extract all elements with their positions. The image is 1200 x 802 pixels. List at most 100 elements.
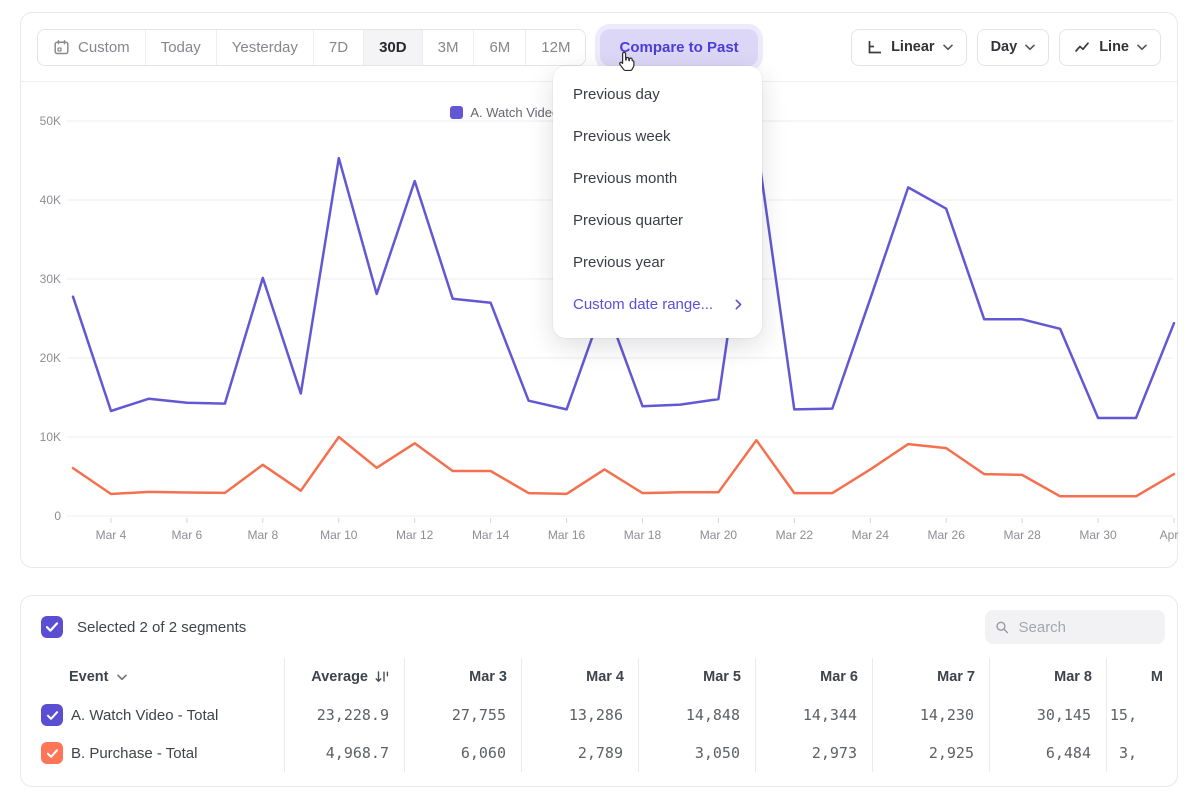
interval-label: Day — [991, 39, 1018, 55]
range-label: Today — [161, 39, 201, 56]
select-all-checkbox[interactable] — [41, 616, 63, 638]
menu-item-custom-date-range[interactable]: Custom date range... — [553, 283, 762, 325]
menu-item-previous-week[interactable]: Previous week — [553, 115, 762, 157]
column-header-label: Mar 6 — [820, 669, 858, 685]
value-cell: 3, — [1106, 734, 1177, 772]
column-header-label: Mar 5 — [703, 669, 741, 685]
search-box[interactable] — [985, 610, 1165, 644]
value-cell: 15, — [1106, 696, 1177, 734]
column-header-label: Mar 8 — [1054, 669, 1092, 685]
search-input[interactable] — [1019, 619, 1156, 636]
segments-table: Event Average Mar 3 Mar 4 Mar 5 Mar 6 Mar 7 Mar… — [37, 658, 1177, 772]
column-header-average[interactable]: Average — [284, 658, 404, 696]
row-checkbox[interactable] — [41, 742, 63, 764]
column-header-label: Mar 3 — [469, 669, 507, 685]
column-header-mar-5: Mar 5 — [638, 658, 755, 696]
column-header-label: Mar 4 — [586, 669, 624, 685]
date-range-group: Custom Today Yesterday 7D30D 3M 6M 12M — [37, 29, 586, 66]
chevron-down-icon — [1137, 44, 1147, 51]
range-button-7d[interactable]: 7D — [313, 30, 363, 65]
value-cell: 6,484 — [989, 734, 1106, 772]
table-row-a-watch-video-total[interactable]: A. Watch Video - Total 23,228.927,75513,2… — [37, 696, 1177, 734]
event-cell: B. Purchase - Total — [37, 734, 284, 772]
svg-text:Mar 28: Mar 28 — [1003, 528, 1041, 542]
menu-item-previous-day[interactable]: Previous day — [553, 73, 762, 115]
range-label: Custom — [78, 39, 130, 56]
svg-text:Mar 12: Mar 12 — [396, 528, 434, 542]
chevron-down-icon — [943, 44, 953, 51]
svg-text:10K: 10K — [40, 430, 61, 444]
range-button-custom[interactable]: Custom — [38, 30, 145, 65]
range-label: 3M — [438, 39, 459, 56]
svg-text:Mar 24: Mar 24 — [852, 528, 890, 542]
svg-text:Mar 16: Mar 16 — [548, 528, 586, 542]
event-name: B. Purchase - Total — [71, 745, 197, 762]
chart-controls: Linear Day Line — [851, 29, 1161, 66]
column-header-m: M — [1106, 658, 1177, 696]
search-icon — [995, 619, 1010, 636]
svg-text:Mar 20: Mar 20 — [700, 528, 738, 542]
chevron-down-icon — [117, 674, 127, 681]
range-button-today[interactable]: Today — [145, 30, 216, 65]
sort-descending-icon — [374, 669, 390, 685]
range-button-3m[interactable]: 3M — [422, 30, 474, 65]
value-cell: 27,755 — [404, 696, 521, 734]
svg-text:40K: 40K — [40, 193, 61, 207]
segments-header: Selected 2 of 2 segments — [41, 610, 1165, 644]
calendar-icon — [53, 39, 70, 56]
analytics-page: Custom Today Yesterday 7D30D 3M 6M 12M Compare… — [0, 0, 1200, 802]
event-name: A. Watch Video - Total — [71, 707, 218, 724]
column-header-mar-3: Mar 3 — [404, 658, 521, 696]
svg-text:30K: 30K — [40, 272, 61, 286]
event-cell: A. Watch Video - Total — [37, 696, 284, 734]
range-button-yesterday[interactable]: Yesterday — [216, 30, 313, 65]
legend-swatch — [450, 106, 463, 119]
axes-icon — [865, 38, 883, 56]
row-checkbox[interactable] — [41, 704, 63, 726]
selected-count-label: Selected 2 of 2 segments — [77, 619, 246, 636]
value-cell: 14,230 — [872, 696, 989, 734]
column-header-mar-6: Mar 6 — [755, 658, 872, 696]
compare-menu: Previous dayPrevious weekPrevious monthP… — [553, 66, 762, 338]
range-label: 12M — [541, 39, 570, 56]
value-cell: 2,925 — [872, 734, 989, 772]
chevron-down-icon — [1025, 44, 1035, 51]
menu-item-previous-quarter[interactable]: Previous quarter — [553, 199, 762, 241]
svg-text:Mar 22: Mar 22 — [776, 528, 814, 542]
menu-item-previous-year[interactable]: Previous year — [553, 241, 762, 283]
range-label: Yesterday — [232, 39, 298, 56]
svg-text:Mar 6: Mar 6 — [172, 528, 203, 542]
svg-text:Mar 14: Mar 14 — [472, 528, 510, 542]
scale-select[interactable]: Linear — [851, 29, 967, 66]
compare-to-past-button[interactable]: Compare to Past — [600, 29, 757, 66]
interval-select[interactable]: Day — [977, 29, 1050, 66]
table-row-b-purchase-total[interactable]: B. Purchase - Total4,968.76,0602,7893,05… — [37, 734, 1177, 772]
column-header-mar-8: Mar 8 — [989, 658, 1106, 696]
range-button-12m[interactable]: 12M — [525, 30, 585, 65]
line-chart-icon — [1073, 38, 1091, 56]
chart-type-select[interactable]: Line — [1059, 29, 1161, 66]
segments-card: Selected 2 of 2 segments Event Average Mar… — [20, 595, 1178, 787]
value-cell: 14,344 — [755, 696, 872, 734]
column-header-mar-7: Mar 7 — [872, 658, 989, 696]
value-cell: 4,968.7 — [284, 734, 404, 772]
column-header-event[interactable]: Event — [37, 658, 284, 696]
value-cell: 30,145 — [989, 696, 1106, 734]
value-cell: 23,228.9 — [284, 696, 404, 734]
value-cell: 14,848 — [638, 696, 755, 734]
range-button-30d[interactable]: 30D — [363, 30, 422, 65]
check-icon — [45, 621, 59, 633]
menu-item-previous-month[interactable]: Previous month — [553, 157, 762, 199]
range-button-6m[interactable]: 6M — [473, 30, 525, 65]
scale-label: Linear — [891, 39, 935, 55]
svg-text:Mar 8: Mar 8 — [247, 528, 278, 542]
column-header-label: Event — [69, 669, 109, 685]
column-header-label: Mar 7 — [937, 669, 975, 685]
check-icon — [46, 710, 59, 721]
value-cell: 13,286 — [521, 696, 638, 734]
svg-text:Mar 30: Mar 30 — [1079, 528, 1117, 542]
svg-text:20K: 20K — [40, 351, 61, 365]
chart-type-label: Line — [1099, 39, 1129, 55]
table-header-row: Event Average Mar 3 Mar 4 Mar 5 Mar 6 Mar 7 Mar… — [37, 658, 1177, 696]
column-header-label: Average — [311, 669, 368, 685]
